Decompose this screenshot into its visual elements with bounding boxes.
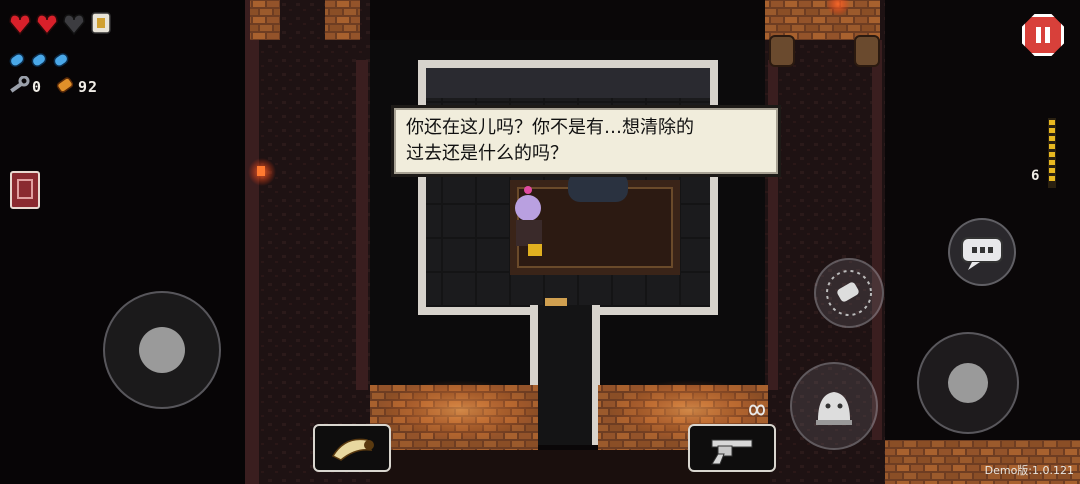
horn-icon [331, 438, 374, 461]
blank-icon [31, 53, 47, 67]
blank-icon [9, 53, 25, 67]
reload-button[interactable] [814, 258, 884, 328]
chat-bubble-icon [961, 237, 1003, 270]
gun-slot[interactable] [688, 424, 776, 472]
game-scene: 0 92 你还在这儿吗？你不是有…想清除的 过去还是什么的吗？ 6 Demo版:… [0, 0, 1080, 484]
armor-icon [91, 12, 111, 34]
chat-button[interactable] [948, 218, 1016, 286]
blanks [9, 53, 69, 67]
aim-joystick-knob[interactable] [948, 363, 988, 403]
npc-dialog-box[interactable]: 你还在这儿吗？你不是有…想清除的 过去还是什么的吗？ [391, 105, 781, 177]
dodge-roll-icon [816, 392, 852, 425]
aim-joystick[interactable] [917, 332, 1019, 434]
health-hearts [9, 12, 111, 36]
npc-dialog-text: 你还在这儿吗？你不是有…想清除的 过去还是什么的吗？ [406, 117, 694, 164]
book-icon [17, 179, 33, 199]
ammo-clip [1048, 118, 1056, 188]
active-item-slot[interactable] [313, 424, 391, 472]
move-joystick[interactable] [103, 291, 221, 409]
reload-icon [826, 270, 872, 316]
dungeon-map [0, 0, 1080, 484]
active-item-card[interactable] [10, 171, 40, 209]
shell-count: 92 [78, 78, 99, 96]
dodge-roll-button[interactable] [790, 362, 878, 450]
heart-full-icon [36, 14, 58, 36]
pause-icon [1036, 27, 1050, 43]
heart-full-icon [9, 14, 31, 36]
infinity-icon [748, 404, 766, 416]
shell-currency-icon [56, 77, 74, 93]
move-joystick-knob[interactable] [139, 327, 185, 373]
key-count: 0 [32, 78, 43, 96]
blank-icon [53, 53, 69, 67]
key-icon [10, 76, 30, 93]
ammo-count: 6 [1031, 168, 1041, 184]
revolver-icon [711, 439, 753, 465]
version-label: Demo版:1.0.121 [984, 464, 1074, 477]
heart-empty-icon [63, 14, 85, 36]
pause-button[interactable] [1022, 14, 1064, 56]
